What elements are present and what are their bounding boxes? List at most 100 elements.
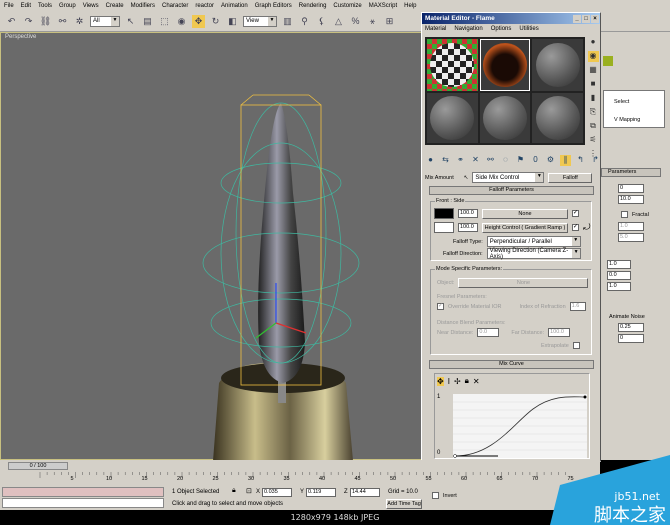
select-manipulate-icon[interactable]: ⚲	[298, 15, 311, 28]
selection-lock-icon[interactable]: 🔒︎	[232, 487, 236, 495]
maximize-button[interactable]: □	[582, 14, 590, 23]
falloff-parameters-rollout[interactable]: Falloff Parameters	[429, 186, 594, 195]
menu-graph-editors[interactable]: Graph Editors	[255, 3, 292, 9]
menu-navigation[interactable]: Navigation	[454, 26, 482, 32]
side-amount-spinner[interactable]: 100.0	[458, 223, 478, 232]
front-map-button[interactable]: None	[482, 208, 568, 219]
time-slider[interactable]: 0 / 100	[8, 462, 68, 470]
select-by-name-icon[interactable]: ▤	[141, 15, 154, 28]
window-crossing-icon[interactable]: ◉	[175, 15, 188, 28]
undo-icon[interactable]: ↶	[5, 15, 18, 28]
menu-create[interactable]: Create	[106, 3, 124, 9]
param-field[interactable]: 10.0	[618, 195, 644, 204]
param-field[interactable]: 1.0	[607, 282, 631, 291]
noise-phase-field[interactable]: 0	[618, 334, 644, 343]
invert-checkbox[interactable]	[432, 492, 439, 499]
pivot-icon[interactable]: ▥	[281, 15, 294, 28]
front-amount-spinner[interactable]: 100.0	[458, 209, 478, 218]
menu-rendering[interactable]: Rendering	[299, 3, 327, 9]
modifier-stack[interactable]: Select V Mapping	[603, 90, 665, 128]
side-map-checkbox[interactable]: ✓	[572, 224, 579, 231]
options-icon[interactable]: ⧉	[588, 121, 599, 132]
z-coordinate-field[interactable]: 14.44	[350, 488, 380, 497]
select-by-material-icon[interactable]: ⚟	[588, 135, 599, 146]
parameters-rollout[interactable]: Parameters	[601, 168, 661, 177]
absolute-mode-icon[interactable]: ⊡	[246, 487, 252, 495]
near-distance-spinner[interactable]: 0.0	[477, 328, 500, 337]
video-color-check-icon[interactable]: ▮	[588, 93, 599, 104]
menu-options[interactable]: Options	[491, 26, 512, 32]
param-field[interactable]: 0	[618, 184, 644, 193]
menu-views[interactable]: Views	[83, 3, 99, 9]
selection-filter[interactable]: All ▼	[90, 15, 120, 27]
sample-slot[interactable]	[532, 93, 583, 143]
sample-type-icon[interactable]: ●	[588, 37, 599, 48]
bind-space-warp-icon[interactable]: ✲	[73, 15, 86, 28]
param-field[interactable]: 5.0	[618, 233, 644, 242]
make-preview-icon[interactable]: ⎘	[588, 107, 599, 118]
material-editor-titlebar[interactable]: Material Editor - Flame _ □ ×	[422, 13, 600, 24]
close-button[interactable]: ×	[591, 14, 599, 23]
named-selection-icon[interactable]: ⊞	[383, 15, 396, 28]
show-map-in-viewport-icon[interactable]: ⚙	[545, 155, 556, 166]
go-to-parent-icon[interactable]: ↰	[575, 155, 586, 166]
viewport-label[interactable]: Perspective	[5, 34, 36, 40]
move-point-icon[interactable]: ✥	[437, 376, 444, 386]
unlink-icon[interactable]: ⚯	[56, 15, 69, 28]
falloff-direction-dropdown[interactable]: Viewing Direction (Camera Z-Axis) ▼	[486, 248, 581, 260]
angle-snap-icon[interactable]: △	[332, 15, 345, 28]
move-icon[interactable]: ✥	[192, 14, 205, 28]
side-map-button[interactable]: Height Control ( Gradient Ramp )	[482, 222, 568, 233]
falloff-type-dropdown[interactable]: Perpendicular / Parallel ▼	[486, 236, 581, 247]
pick-material-icon[interactable]: ↖	[464, 175, 469, 181]
swap-colors-icon[interactable]: ⤾	[583, 222, 591, 233]
scale-icon[interactable]: ◧	[226, 15, 239, 28]
sample-slot[interactable]	[427, 93, 478, 143]
add-time-tag-button[interactable]: Add Time Tag	[386, 499, 422, 509]
sample-slot-checker[interactable]	[427, 39, 478, 91]
menu-maxscript[interactable]: MAXScript	[369, 3, 397, 9]
menu-group[interactable]: Group	[59, 3, 76, 9]
make-copy-icon[interactable]: ⚯	[485, 155, 496, 166]
menu-customize[interactable]: Customize	[333, 3, 361, 9]
percent-snap-icon[interactable]: %	[349, 15, 362, 28]
fractal-checkbox[interactable]	[621, 211, 628, 218]
redo-icon[interactable]: ↷	[22, 15, 35, 28]
scale-point-icon[interactable]: I	[448, 377, 450, 386]
sample-slot[interactable]	[479, 93, 531, 143]
reference-coordinate-dropdown[interactable]: View ▼	[243, 15, 277, 27]
menu-reactor[interactable]: reactor	[195, 3, 214, 9]
object-color-swatch[interactable]	[603, 56, 613, 66]
x-coordinate-field[interactable]: 0.035	[262, 488, 292, 497]
menu-edit[interactable]: Edit	[21, 3, 31, 9]
delete-point-icon[interactable]: ✕	[473, 377, 480, 386]
menu-material[interactable]: Material	[425, 26, 446, 32]
object-pick-button[interactable]: None	[458, 278, 589, 288]
uv-tiling-icon[interactable]: ■	[588, 79, 599, 90]
sample-slot-flame[interactable]	[479, 39, 531, 91]
y-coordinate-field[interactable]: 0.119	[306, 488, 336, 497]
rect-region-icon[interactable]: ⬚	[158, 15, 171, 28]
get-material-icon[interactable]: ●	[425, 155, 436, 166]
menu-utilities[interactable]: Utilities	[519, 26, 538, 32]
put-to-scene-icon[interactable]: ⇆	[440, 155, 451, 166]
snap-icon[interactable]: ⚸	[315, 15, 328, 28]
param-field[interactable]: 0.0	[607, 271, 631, 280]
menu-help[interactable]: Help	[404, 3, 416, 9]
maxscript-input[interactable]	[2, 498, 164, 508]
side-color-swatch[interactable]	[434, 222, 454, 233]
menu-file[interactable]: File	[4, 3, 14, 9]
menu-animation[interactable]: Animation	[221, 3, 248, 9]
reset-map-icon[interactable]: ✕	[470, 155, 481, 166]
lock-icon[interactable]: 🔒︎	[465, 376, 469, 386]
put-to-library-icon[interactable]: ⚑	[515, 155, 526, 166]
far-distance-spinner[interactable]: 100.0	[548, 328, 571, 337]
front-map-checkbox[interactable]: ✓	[572, 210, 579, 217]
assign-to-selection-icon[interactable]: ⚭	[455, 155, 466, 166]
background-icon[interactable]: ▦	[588, 65, 599, 76]
spinner-snap-icon[interactable]: ⚹	[366, 15, 379, 28]
rotate-icon[interactable]: ↻	[209, 15, 222, 28]
map-type-button[interactable]: Falloff	[548, 172, 593, 183]
front-color-swatch[interactable]	[434, 208, 454, 219]
param-field[interactable]: 1.0	[618, 222, 644, 231]
